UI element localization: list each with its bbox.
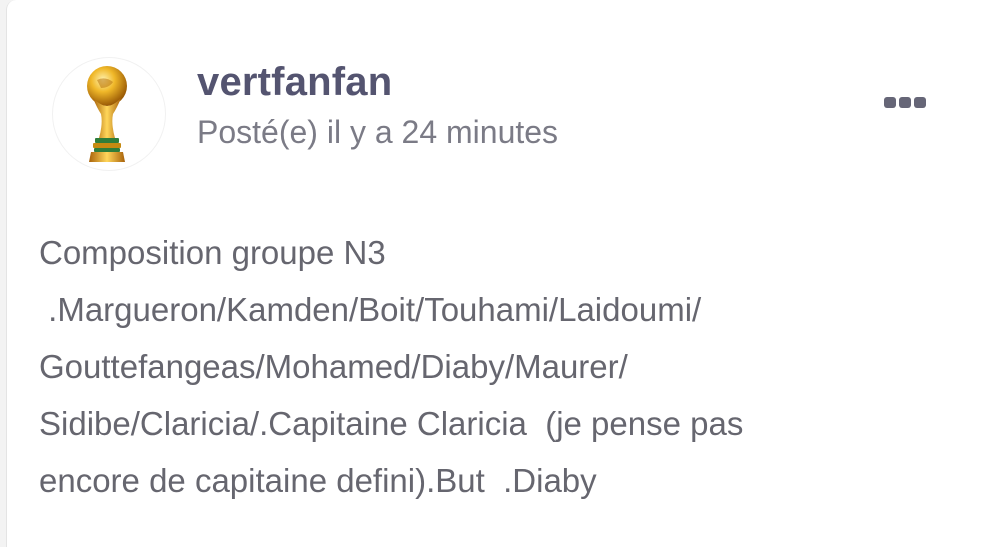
menu-dot (884, 96, 896, 108)
post-body-line: Sidibe/Claricia/.Capitaine Claricia (je … (39, 405, 744, 442)
post-body-line: encore de capitaine defini).But .Diaby (39, 462, 597, 499)
post-card: vertfanfan Posté(e) il y a 24 minutes Co… (6, 0, 1000, 547)
username[interactable]: vertfanfan (197, 60, 392, 105)
avatar[interactable] (53, 58, 165, 170)
post-body-line: Composition groupe N3 (39, 234, 386, 271)
post-body-line: .Margueron/Kamden/Boit/Touhami/Laidoumi/ (39, 291, 702, 328)
trophy-icon (87, 66, 127, 162)
post-body: Composition groupe N3 .Margueron/Kamden/… (39, 224, 969, 509)
more-options-icon[interactable] (875, 86, 935, 118)
menu-dot (899, 96, 911, 108)
menu-dot (914, 96, 926, 108)
post-timestamp: Posté(e) il y a 24 minutes (197, 114, 559, 150)
post-body-line: Gouttefangeas/Mohamed/Diaby/Maurer/ (39, 348, 628, 385)
